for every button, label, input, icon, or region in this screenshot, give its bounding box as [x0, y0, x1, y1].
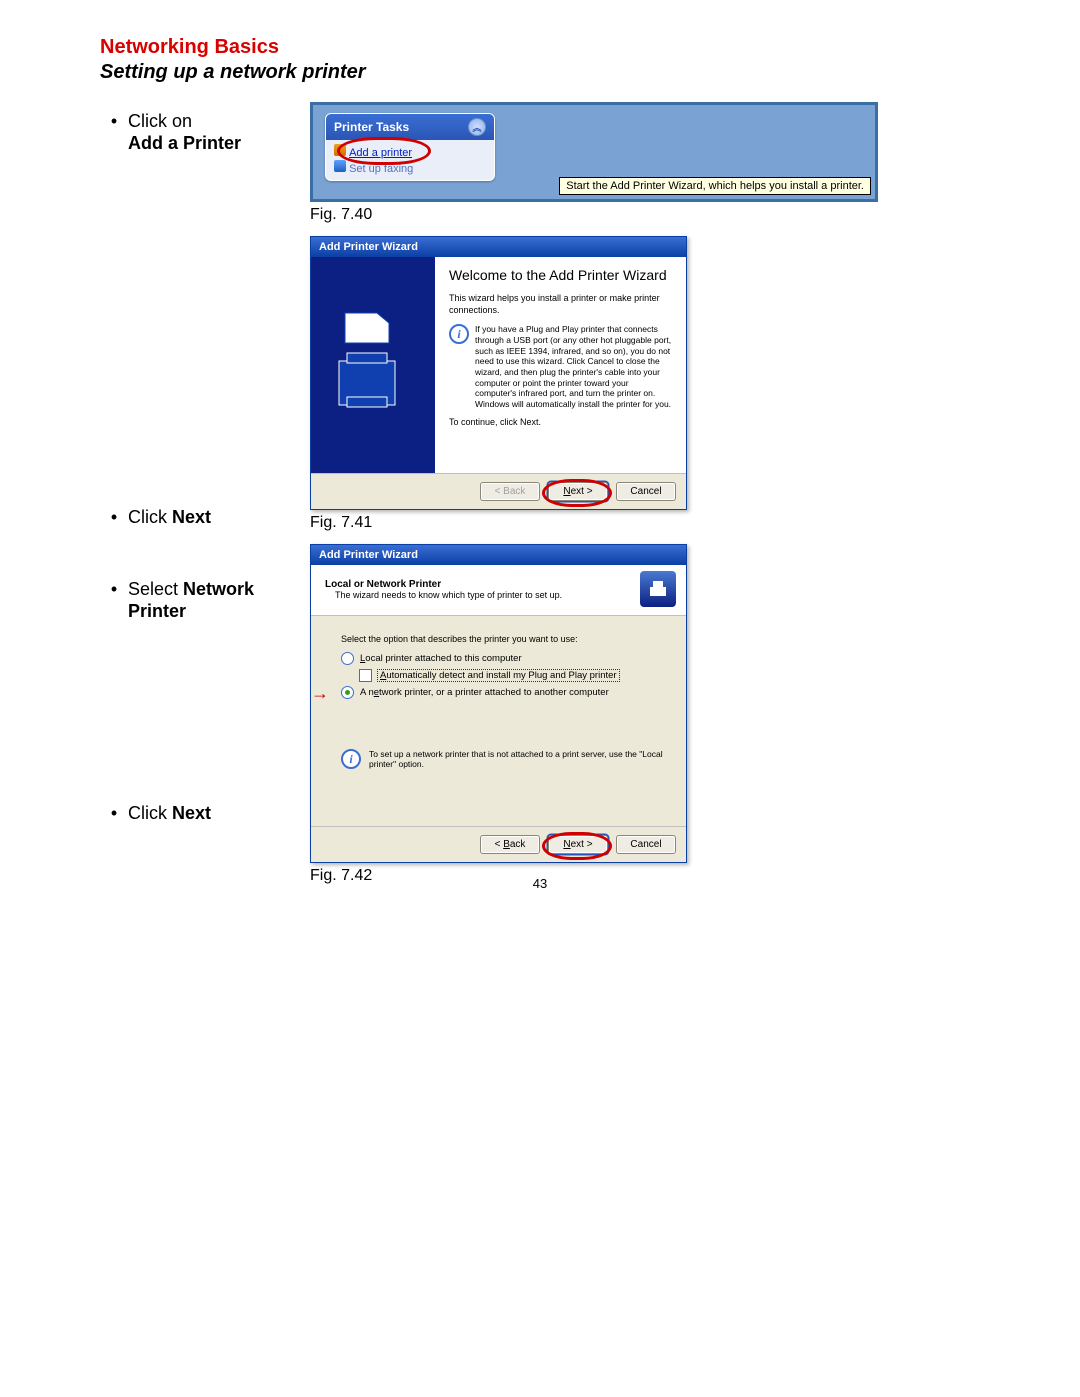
wizard-step-subtitle: The wizard needs to know which type of p… [335, 590, 562, 600]
wizard-step-title: Local or Network Printer [325, 579, 562, 590]
bullet-2: • Click Next [100, 506, 300, 528]
bullet-3: • Select Network Printer [100, 578, 300, 622]
back-button[interactable]: < Back [480, 835, 540, 854]
cancel-button[interactable]: Cancel [616, 835, 676, 854]
option-label: A network printer, or a printer attached… [360, 687, 609, 698]
fax-icon [334, 160, 346, 172]
bullet-4: • Click Next [100, 802, 300, 824]
bullet-text: Select [128, 579, 183, 599]
next-button[interactable]: Next > [548, 482, 608, 501]
option-label: Automatically detect and install my Plug… [378, 670, 619, 681]
bullet-text: Click [128, 803, 172, 823]
bullet-1: • Click on Add a Printer [100, 110, 300, 154]
underline-char: B [503, 839, 510, 850]
btn-rest: ext > [571, 486, 593, 497]
bullet-bold: Add a Printer [128, 133, 241, 153]
bullet-text: Click [128, 507, 172, 527]
radio-local[interactable] [341, 652, 354, 665]
wizard-info: If you have a Plug and Play printer that… [475, 324, 672, 409]
radio-network[interactable] [341, 686, 354, 699]
cancel-button[interactable]: Cancel [616, 482, 676, 501]
label-rest: twork printer, or a printer attached to … [379, 687, 609, 698]
label-rest: ocal printer attached to this computer [365, 653, 521, 664]
wizard-heading: Welcome to the Add Printer Wizard [449, 267, 672, 283]
red-arrow-annotation: → [311, 684, 329, 702]
underline-char: N [563, 839, 570, 850]
heading-subtitle: Setting up a network printer [100, 61, 1020, 84]
collapse-button[interactable]: ︽ [468, 118, 486, 136]
page-number: 43 [0, 876, 1080, 891]
figure-caption: Fig. 7.40 [310, 206, 880, 224]
next-button[interactable]: Next > [548, 835, 608, 854]
setup-faxing-link[interactable]: Set up faxing [349, 163, 413, 175]
label-rest: utomatically detect and install my Plug … [386, 670, 616, 681]
info-icon: i [449, 324, 469, 344]
add-printer-link[interactable]: Add a printer [349, 147, 412, 159]
figure-7-42: Add Printer Wizard Local or Network Prin… [310, 544, 687, 863]
wizard-question: Select the option that describes the pri… [341, 634, 666, 646]
heading-title: Networking Basics [100, 36, 1020, 59]
tooltip: Start the Add Printer Wizard, which help… [559, 177, 871, 195]
bullet-bold: Next [172, 803, 211, 823]
info-icon: i [341, 749, 361, 769]
checkbox-autodetect[interactable] [359, 669, 372, 682]
btn-rest: ext > [571, 839, 593, 850]
wizard-info: To set up a network printer that is not … [369, 749, 666, 770]
wizard-text: To continue, click Next. [449, 417, 672, 429]
btn-pre: < [495, 839, 504, 850]
figure-7-41: Add Printer Wizard Welcome to the Add Pr… [310, 236, 687, 510]
figure-7-40: Printer Tasks ︽ Add a printer Set up fax… [310, 102, 878, 202]
figure-caption: Fig. 7.41 [310, 514, 880, 532]
panel-title: Printer Tasks [334, 120, 409, 134]
back-button: < Back [480, 482, 540, 501]
bullet-bold: Next [172, 507, 211, 527]
printer-graphic-icon [333, 305, 413, 425]
wizard-text: This wizard helps you install a printer … [449, 293, 672, 316]
wizard-titlebar: Add Printer Wizard [311, 237, 686, 257]
label-pre: A n [360, 687, 374, 698]
printer-tasks-panel: Printer Tasks ︽ Add a printer Set up fax… [325, 113, 495, 181]
option-label: Local printer attached to this computer [360, 653, 522, 664]
underline-char: N [563, 486, 570, 497]
wizard-side-graphic [311, 257, 435, 473]
wizard-titlebar: Add Printer Wizard [311, 545, 686, 565]
btn-rest: ack [510, 839, 526, 850]
bullet-text: Click on [128, 111, 192, 131]
printer-icon [640, 571, 676, 607]
printer-icon [334, 144, 346, 156]
